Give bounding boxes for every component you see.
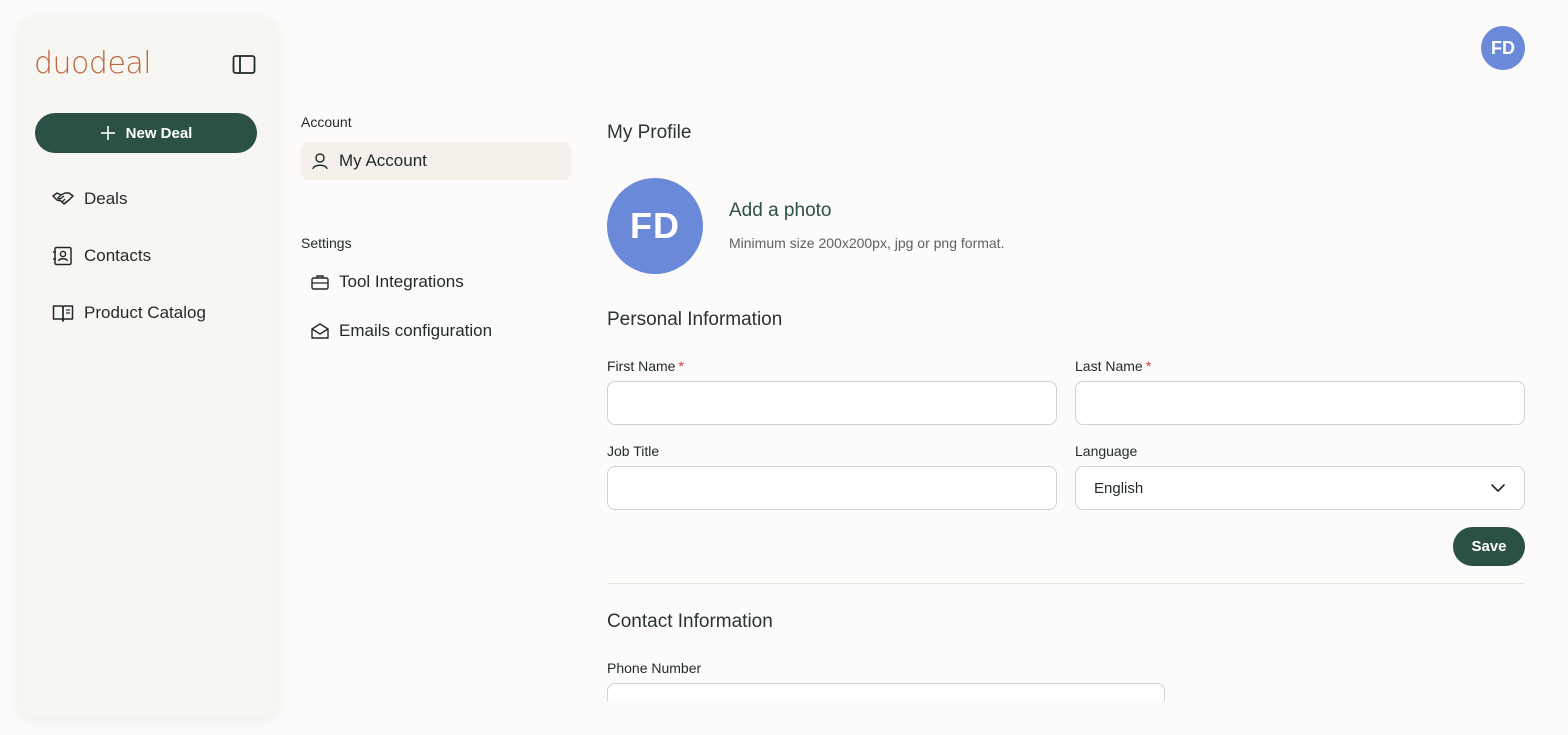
plus-icon (100, 125, 116, 141)
menu-item-label: My Account (339, 151, 427, 170)
menu-item-emails-configuration[interactable]: Emails configuration (301, 312, 571, 350)
user-icon (311, 152, 329, 170)
new-deal-label: New Deal (125, 124, 193, 142)
new-deal-button[interactable]: New Deal (35, 113, 257, 153)
photo-hint: Minimum size 200x200px, jpg or png forma… (729, 235, 1005, 251)
last-name-field[interactable] (1075, 381, 1525, 425)
language-value: English (1094, 479, 1144, 497)
briefcase-icon (311, 274, 329, 290)
sidebar-toggle-icon[interactable] (232, 54, 256, 76)
section-divider (607, 583, 1525, 584)
add-photo-link[interactable]: Add a photo (729, 200, 831, 222)
menu-item-label: Emails configuration (339, 321, 493, 340)
job-title-label: Job Title (607, 443, 660, 459)
book-open-icon (52, 303, 74, 323)
sidebar-item-deals[interactable]: Deals (52, 184, 127, 214)
settings-section-label: Settings (301, 235, 352, 251)
logo: duodeal (34, 46, 152, 81)
mail-open-icon (311, 323, 329, 339)
personal-information-heading: Personal Information (607, 309, 783, 330)
sidebar-item-label: Product Catalog (84, 303, 206, 322)
page-title: My Profile (607, 122, 692, 143)
handshake-icon (52, 190, 74, 208)
first-name-label-text: First Name (607, 358, 676, 374)
required-mark: * (1145, 358, 1152, 374)
user-avatar[interactable]: FD (1481, 26, 1525, 70)
menu-item-label: Tool Integrations (339, 272, 464, 291)
sidebar-item-contacts[interactable]: Contacts (52, 241, 151, 271)
sidebar-item-product-catalog[interactable]: Product Catalog (52, 298, 206, 328)
contact-card-icon (52, 246, 74, 266)
required-mark: * (678, 358, 684, 374)
phone-number-field[interactable] (607, 683, 1165, 701)
phone-number-label: Phone Number (607, 660, 702, 676)
menu-item-my-account[interactable]: My Account (301, 142, 571, 180)
sidebar-item-label: Deals (84, 189, 128, 208)
sidebar: duodeal New Deal Deals Contacts Product … (20, 18, 276, 718)
profile-avatar: FD (607, 178, 703, 274)
last-name-label-text: Last Name (1075, 358, 1143, 374)
phone-field-container (607, 683, 1165, 701)
sidebar-item-label: Contacts (84, 246, 152, 265)
first-name-field[interactable] (607, 381, 1057, 425)
account-section-label: Account (301, 114, 352, 130)
first-name-label: First Name * (607, 358, 684, 374)
language-select[interactable]: English (1075, 466, 1525, 510)
job-title-field[interactable] (607, 466, 1057, 510)
menu-item-tool-integrations[interactable]: Tool Integrations (301, 263, 571, 301)
save-button[interactable]: Save (1453, 527, 1525, 566)
chevron-down-icon (1490, 483, 1506, 493)
last-name-label: Last Name * (1075, 358, 1151, 374)
language-label: Language (1075, 443, 1138, 459)
contact-information-heading: Contact Information (607, 611, 773, 632)
